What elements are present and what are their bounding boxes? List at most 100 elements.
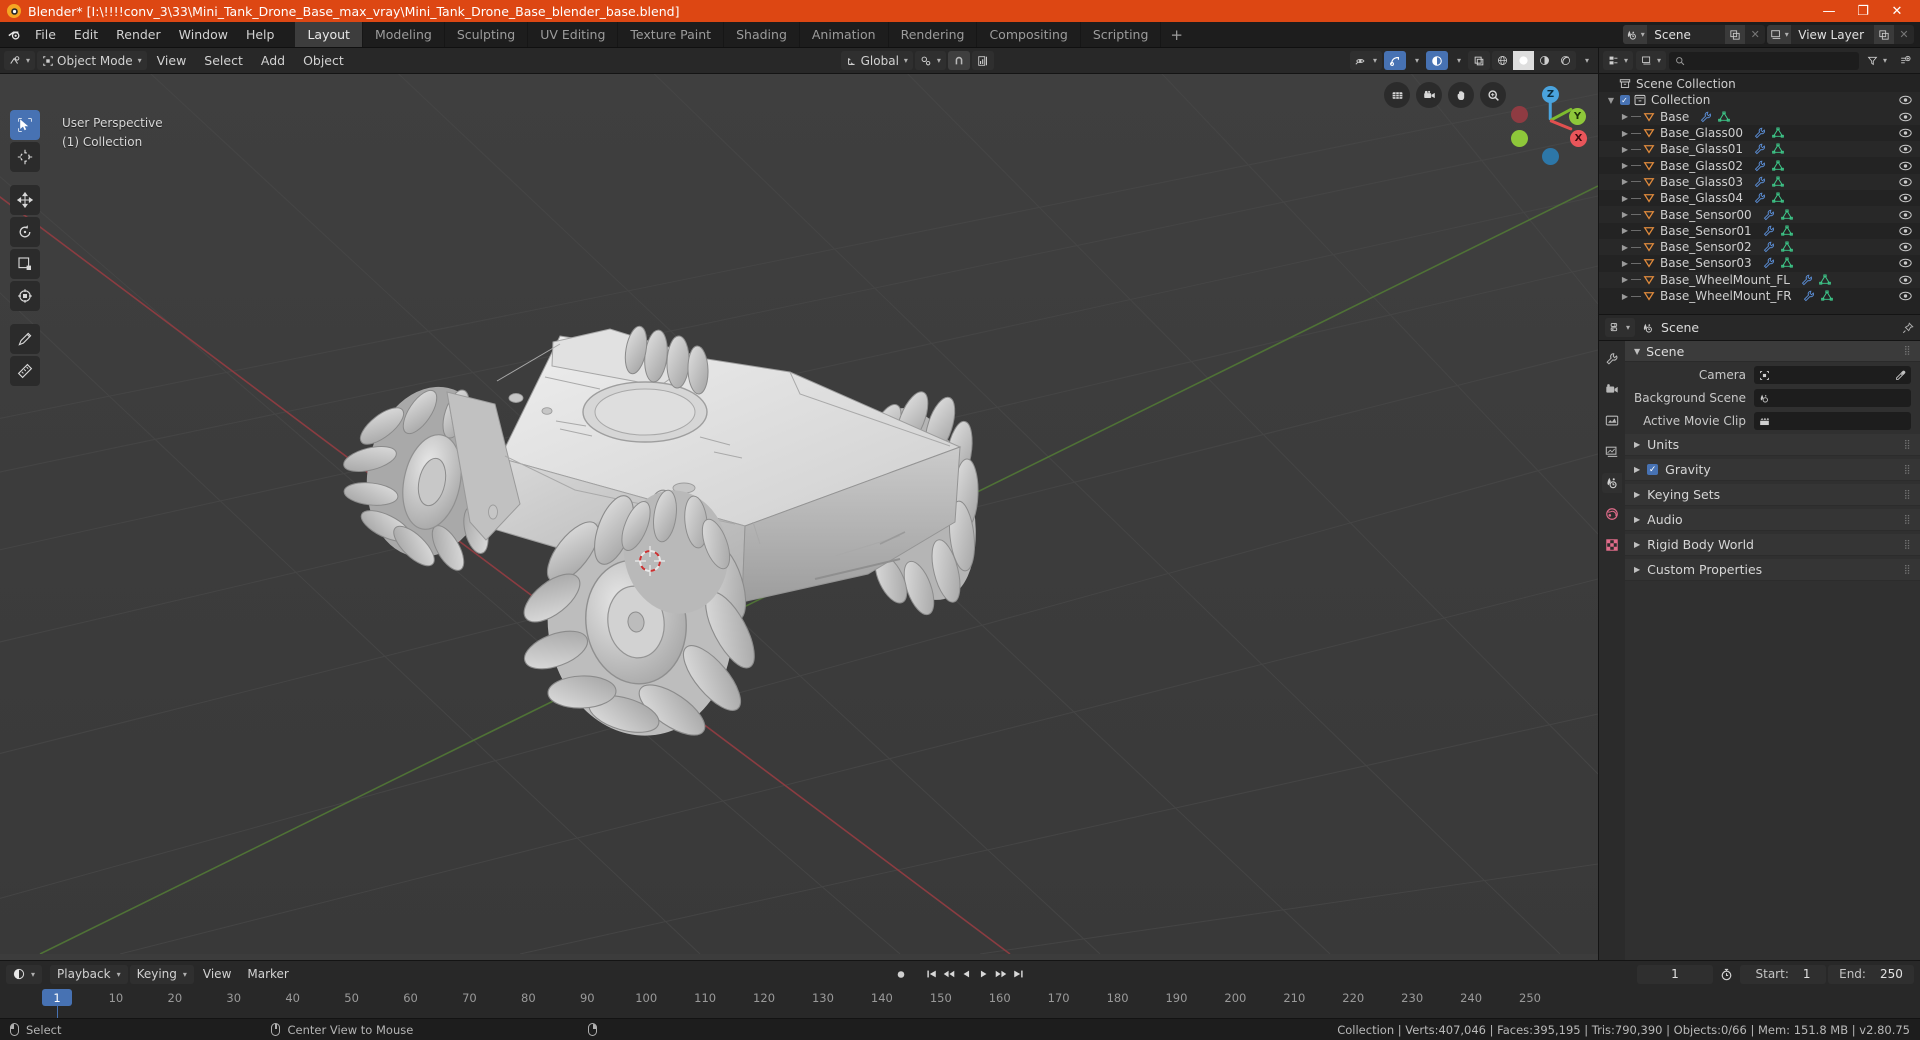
unlink-scene-button[interactable]: ✕ [1745, 25, 1765, 44]
tab-texture-icon[interactable] [1602, 535, 1622, 555]
object-visibility-eye-icon[interactable] [1899, 144, 1912, 154]
timeline-menu-view[interactable]: View [196, 965, 238, 984]
outliner-object-rows[interactable]: ▶ Base ▶ Base_Glass00 ▶ Base_Glass01 ▶ Base_Gla… [1599, 108, 1920, 305]
mesh-data-icon[interactable] [1772, 143, 1784, 155]
object-visibility-eye-icon[interactable] [1899, 275, 1912, 285]
modifier-icon[interactable] [1763, 241, 1775, 253]
new-view-layer-button[interactable] [1874, 25, 1894, 44]
snap-magnet-toggle[interactable] [947, 51, 970, 70]
viewport-menu-object[interactable]: Object [295, 51, 352, 70]
xray-toggle[interactable] [1467, 51, 1490, 70]
grid-toggle-icon[interactable] [1384, 82, 1410, 108]
mesh-data-icon[interactable] [1820, 290, 1833, 302]
3d-viewport[interactable]: ▾ Object Mode ▾ View Select Add Object G… [0, 48, 1598, 960]
timeline-menu-keying[interactable]: Keying ▾ [129, 964, 194, 984]
jump-to-end-button[interactable] [1013, 968, 1025, 980]
start-frame-field[interactable]: Start: 1 [1740, 964, 1826, 984]
end-frame-field[interactable]: End: 250 [1828, 964, 1914, 984]
show-overlays-toggle[interactable] [1425, 51, 1448, 70]
tab-rendering[interactable]: Rendering [889, 22, 978, 47]
object-disclosure-triangle[interactable]: ▶ [1619, 129, 1631, 138]
properties-editor[interactable]: ▾ Scene ▼ Scene ⣿ Camera Background Scen… [1598, 314, 1920, 960]
menu-file[interactable]: File [26, 22, 65, 47]
outliner-editor-type-selector[interactable]: ▾ [1603, 51, 1634, 70]
previous-keyframe-button[interactable] [943, 968, 956, 980]
outliner-new-collection-icon[interactable] [1895, 51, 1916, 70]
background-scene-field[interactable] [1754, 389, 1911, 407]
mesh-data-icon[interactable] [1780, 241, 1793, 253]
menu-edit[interactable]: Edit [65, 22, 107, 47]
tool-select-box-icon[interactable] [10, 110, 40, 140]
section-disclosure-triangle[interactable]: ▶ [1634, 490, 1640, 499]
viewport-canvas[interactable] [0, 74, 1598, 960]
object-disclosure-triangle[interactable]: ▶ [1619, 194, 1631, 203]
jump-to-start-button[interactable] [926, 968, 938, 980]
play-reverse-button[interactable] [961, 968, 973, 980]
scene-name-field[interactable]: Scene [1647, 28, 1725, 42]
overlay-options-dropdown[interactable]: ▾ [1450, 51, 1466, 70]
viewport-menu-add[interactable]: Add [253, 51, 293, 70]
scene-selector[interactable]: ▾ Scene ✕ [1623, 25, 1766, 44]
modifier-icon[interactable] [1754, 143, 1766, 155]
shading-rendered[interactable] [1555, 51, 1576, 70]
viewport-menu-view[interactable]: View [149, 51, 195, 70]
property-section-rigid-body-world[interactable]: ▶ Rigid Body World ⣿ [1625, 534, 1920, 556]
mesh-data-icon[interactable] [1780, 225, 1793, 237]
tab-output-icon[interactable] [1602, 411, 1622, 431]
tab-shading[interactable]: Shading [724, 22, 800, 47]
tab-render-icon[interactable] [1602, 380, 1622, 400]
section-disclosure-triangle[interactable]: ▶ [1634, 440, 1640, 449]
next-keyframe-button[interactable] [995, 968, 1008, 980]
object-visibility-eye-icon[interactable] [1899, 161, 1912, 171]
outliner-row-object[interactable]: ▶ Base_Sensor00 [1599, 206, 1920, 223]
shading-options-dropdown[interactable]: ▾ [1578, 51, 1594, 70]
snap-target-selector[interactable]: ▾ [914, 51, 946, 70]
object-disclosure-triangle[interactable]: ▶ [1619, 292, 1631, 301]
modifier-icon[interactable] [1754, 176, 1766, 188]
object-disclosure-triangle[interactable]: ▶ [1619, 243, 1631, 252]
section-disclosure-triangle[interactable]: ▶ [1634, 515, 1640, 524]
modifier-icon[interactable] [1700, 111, 1712, 123]
tab-view-layer-icon[interactable] [1602, 442, 1622, 462]
outliner-filter-icon[interactable]: ▾ [1862, 51, 1892, 70]
show-gizmo-toggle[interactable] [1383, 51, 1406, 70]
active-movie-clip-field[interactable] [1754, 412, 1911, 430]
object-visibility-eye-icon[interactable] [1899, 128, 1912, 138]
view-layer-name-field[interactable]: View Layer [1791, 28, 1874, 42]
timeline-menu-playback[interactable]: Playback ▾ [50, 964, 128, 984]
play-button[interactable] [978, 968, 990, 980]
viewport-menu-select[interactable]: Select [196, 51, 251, 70]
collection-disclosure-triangle[interactable]: ▼ [1605, 96, 1617, 105]
tab-scene-icon[interactable] [1602, 473, 1622, 493]
gizmo-axis-neg-z[interactable] [1542, 148, 1559, 165]
maximize-button[interactable]: ❐ [1846, 0, 1880, 22]
mesh-data-icon[interactable] [1772, 192, 1784, 204]
object-disclosure-triangle[interactable]: ▶ [1619, 226, 1631, 235]
outliner-row-object[interactable]: ▶ Base_Glass03 [1599, 173, 1920, 191]
gizmo-options-dropdown[interactable]: ▾ [1408, 51, 1424, 70]
property-section-keying-sets[interactable]: ▶ Keying Sets ⣿ [1625, 484, 1920, 506]
modifier-icon[interactable] [1801, 274, 1813, 286]
blender-logo-icon[interactable] [0, 22, 26, 47]
object-disclosure-triangle[interactable]: ▶ [1619, 112, 1631, 121]
editor-type-selector[interactable]: ▾ [4, 51, 36, 70]
outliner-search-input[interactable] [1669, 51, 1859, 70]
menu-help[interactable]: Help [237, 22, 284, 47]
menu-window[interactable]: Window [170, 22, 237, 47]
remove-view-layer-button[interactable]: ✕ [1894, 25, 1914, 44]
object-visibility-eye-icon[interactable] [1899, 242, 1912, 252]
object-visibility-eye-icon[interactable] [1899, 177, 1912, 187]
shading-mode-selector[interactable] [1491, 51, 1576, 70]
gizmo-axis-x[interactable]: X [1570, 130, 1587, 147]
object-visibility-eye-icon[interactable] [1899, 226, 1912, 236]
mesh-data-icon[interactable] [1819, 274, 1831, 286]
outliner-display-mode-selector[interactable]: ▾ [1636, 51, 1667, 70]
interaction-mode-selector[interactable]: Object Mode ▾ [37, 51, 147, 70]
tool-annotate-icon[interactable] [10, 324, 40, 354]
outliner-tree[interactable]: Scene Collection ▼ ✓ Collection ▶ Base ▶… [1599, 74, 1920, 314]
shading-wireframe[interactable] [1492, 51, 1513, 70]
object-disclosure-triangle[interactable]: ▶ [1619, 210, 1631, 219]
object-visibility-selector[interactable]: ▾ [1349, 51, 1382, 70]
eyedropper-icon[interactable] [1895, 370, 1906, 381]
outliner-row-collection[interactable]: ▼ ✓ Collection [1599, 92, 1920, 109]
